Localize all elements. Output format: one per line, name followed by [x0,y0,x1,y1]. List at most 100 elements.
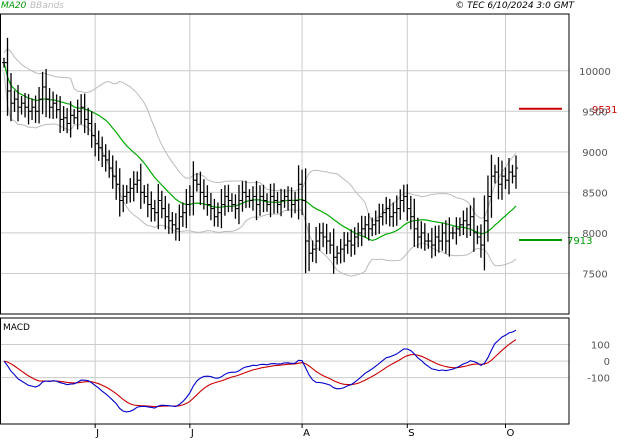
price-bar [135,171,140,194]
price-bar [124,185,129,204]
macd-tick-100: 100 [591,341,610,352]
price-bar [436,225,441,253]
price-bar [159,190,164,219]
price-bar [145,183,150,218]
price-bar [201,179,206,210]
price-tick-8000: 8000 [582,229,607,240]
price-bar [233,194,238,219]
price-bar [419,221,424,249]
price-bar [377,203,382,234]
price-bar [30,98,35,121]
price-bar [187,185,192,216]
price-bar [272,183,277,214]
price-bar [86,107,91,136]
price-bar [89,111,94,148]
price-bar [317,223,322,251]
price-bar [359,215,364,247]
price-bar [384,196,389,225]
price-bar [475,225,480,245]
price-bar [103,144,108,172]
price-bar [345,232,350,254]
price-bar [37,86,42,124]
price-bar [229,193,234,212]
price-bar [191,161,196,216]
x-tick-S: S [408,428,414,439]
x-tick-O: O [506,428,514,439]
price-bar [79,94,84,125]
price-bar [503,167,508,189]
ma20-legend: MA20 [1,1,27,11]
price-bar [349,229,354,257]
price-bar [68,101,73,138]
price-bar [492,164,497,184]
price-bar [443,220,448,254]
x-tick-J: J [190,428,194,439]
price-bar [250,186,255,211]
price-bar [422,223,427,251]
price-bar [433,225,438,257]
price-bar [398,189,403,220]
price-bar [468,205,473,236]
price-bar [222,185,227,216]
price-bar [96,130,101,161]
stock-chart: 95317913 MACD 7500 8000 8500 9000 9500 10000 -… [0,1,617,439]
price-bar [324,223,329,255]
price-bar [461,210,466,236]
price-bar [40,71,45,115]
price-bar [194,172,199,192]
price-bar [114,160,119,200]
price-bar [268,183,273,218]
price-bar [149,191,154,222]
price-bar [405,184,410,221]
price-bar [387,198,392,227]
price-frame [0,13,570,315]
price-bar [454,217,459,245]
price-bar [44,68,49,118]
price-bar [394,195,399,226]
price-bar [342,231,347,263]
price-bar [514,155,518,189]
price-bar [380,203,385,226]
price-bar [156,183,161,230]
price-bar [219,188,224,229]
x-tick-J: J [95,428,99,439]
price-bar [107,150,112,178]
price-bar [163,195,168,230]
macd-tick--100: -100 [587,374,610,385]
price-bars [2,37,518,274]
price-bar [184,188,189,229]
price-bar [440,223,445,251]
price-bar [47,87,52,119]
price-tick-9500: 9500 [582,107,607,118]
price-bar [138,163,143,209]
price-bar [338,238,343,264]
price-bar [54,94,59,119]
price-bar [391,202,396,227]
price-bar [408,195,413,230]
price-bar [180,202,185,227]
price-bar [110,155,115,189]
price-bar [450,226,455,240]
macd-tick-0: 0 [604,357,610,368]
price-bar [499,160,504,200]
price-bar [205,185,210,216]
bbands-legend: BBands [30,1,64,11]
macd-signal-line [3,339,517,408]
price-bar [166,203,171,234]
price-bar [489,154,494,218]
price-bar [261,184,266,213]
price-bar [352,227,357,255]
price-bar [286,186,291,211]
macd-frame [0,317,570,425]
price-bar [321,222,326,248]
price-bar [152,199,157,222]
price-bar [243,180,248,209]
price-bar [412,198,417,247]
macd-panel: MACD [3,323,517,413]
price-bar [142,185,147,204]
price-bar [212,198,217,227]
price-levels: 95317913 [519,105,617,247]
price-bar [128,178,133,203]
price-bar [173,213,178,241]
macd-line [3,329,517,413]
